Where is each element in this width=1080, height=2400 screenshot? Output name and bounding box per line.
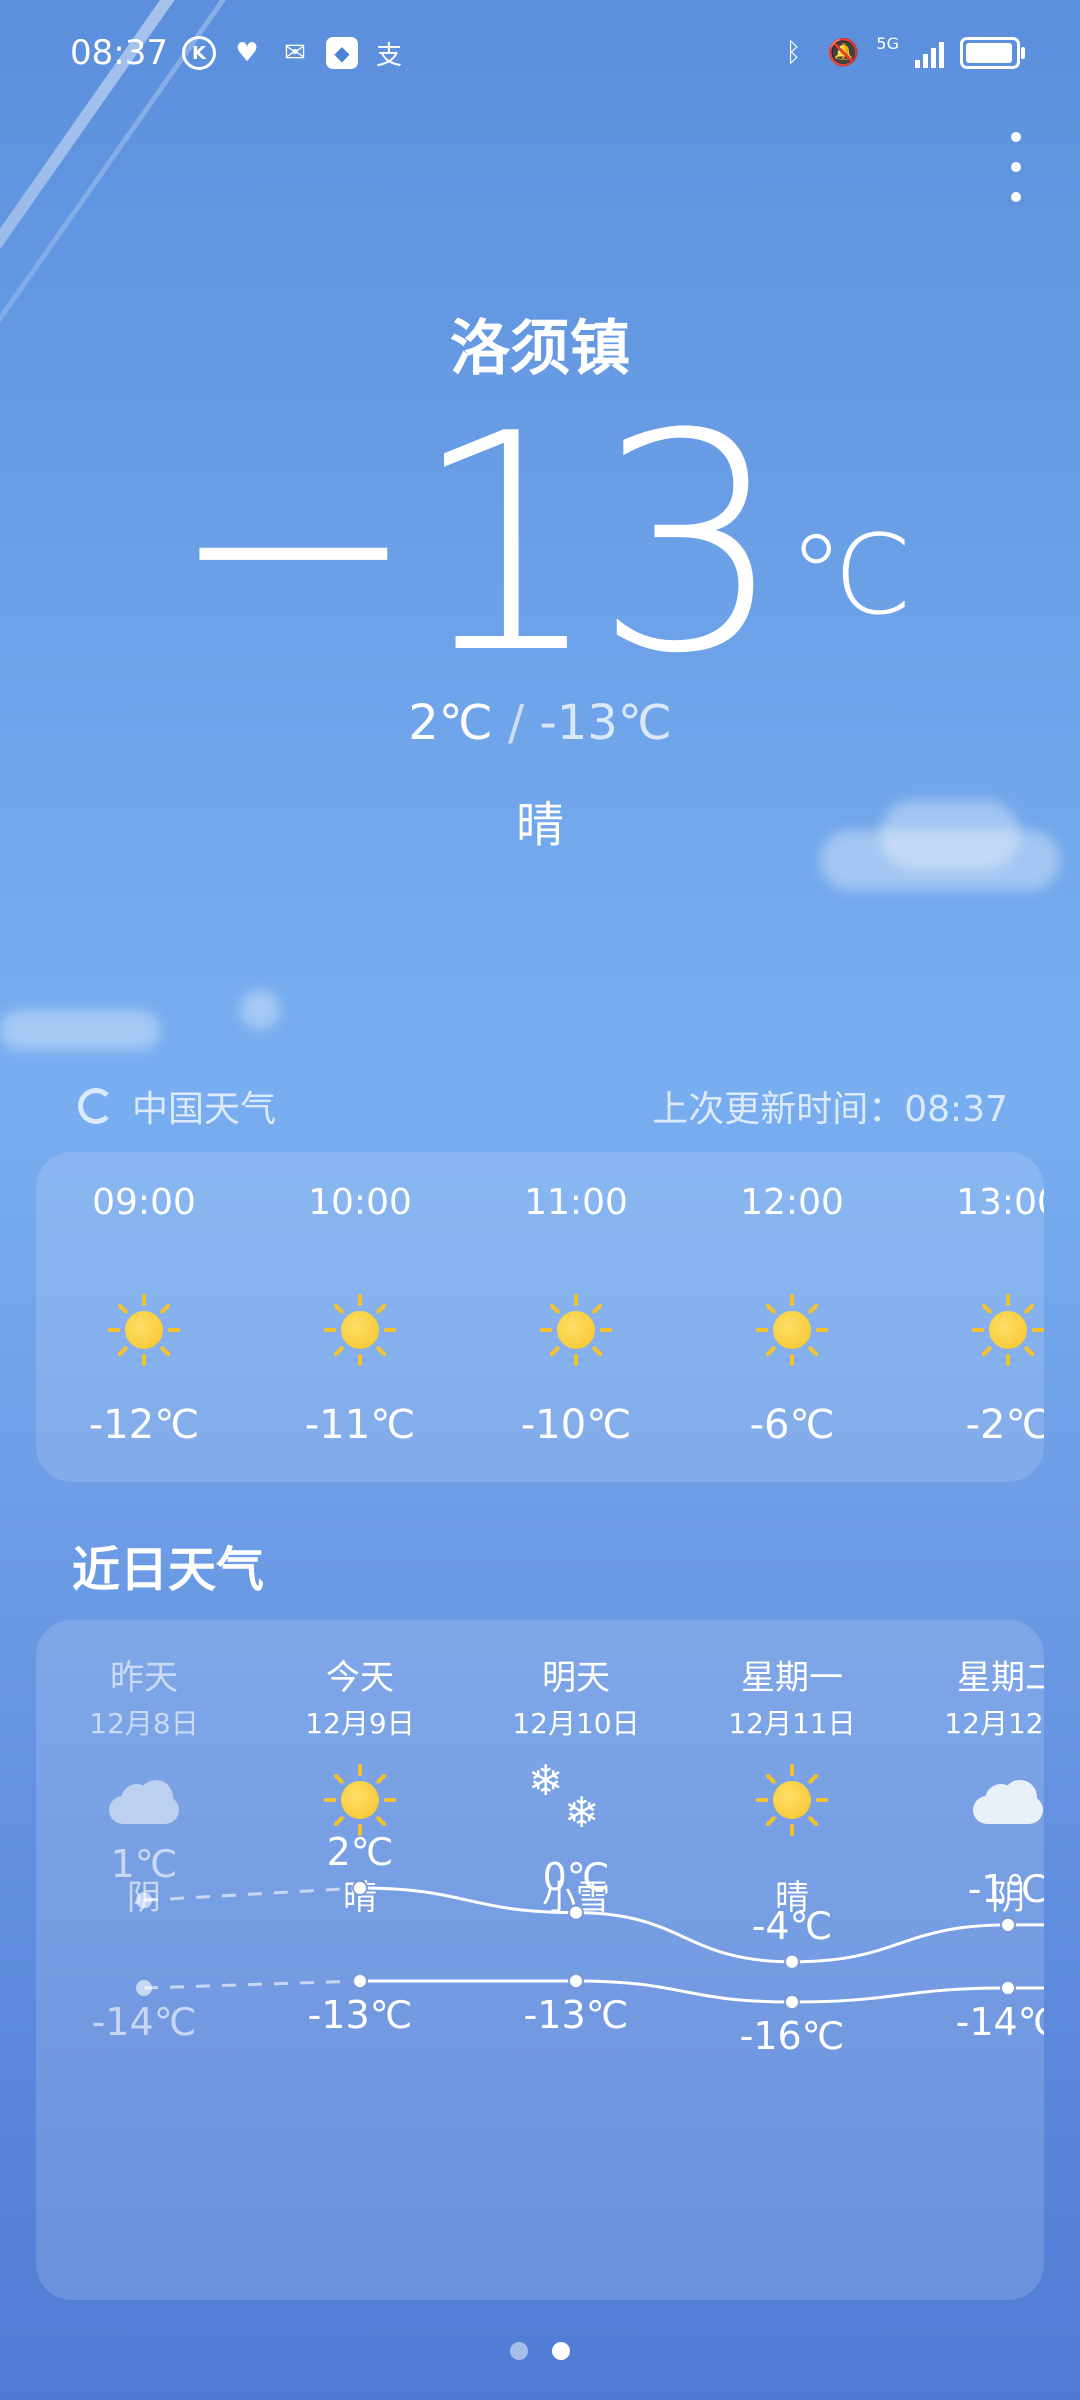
daily-forecast-title: 近日天气 <box>72 1542 265 1598</box>
page-dot-active[interactable] <box>552 2342 570 2360</box>
range-separator: / <box>507 695 525 751</box>
source-row: 中国天气 上次更新时间：08:37 <box>78 1080 1008 1132</box>
battery-icon <box>960 37 1025 69</box>
high-temp: 2℃ <box>408 695 493 751</box>
bluetooth-icon: ᛒ <box>785 38 802 68</box>
page-dot[interactable] <box>510 2342 528 2360</box>
hourly-forecast[interactable]: 09:00 -12℃ 10:00 -11℃ 11:00 -10℃ 12:00 -… <box>36 1152 1044 1482</box>
hourly-time: 12:00 <box>740 1182 844 1223</box>
high-temp-point <box>568 1904 584 1921</box>
daily-forecast[interactable]: 昨天 12月8日 阴 今天 12月9日 晴 明天 12月10日 ❄ ❄ 小雪 星… <box>36 1620 1044 2300</box>
high-temp-label: -4℃ <box>751 1903 833 1948</box>
temperature-range: 2℃ / -13℃ <box>0 695 1080 751</box>
current-temperature-value: −13 <box>167 370 785 719</box>
high-temp-point <box>136 1892 152 1909</box>
app-box-icon: ◆ <box>325 37 358 69</box>
low-temp-point <box>784 1994 800 2010</box>
hourly-time: 10:00 <box>308 1182 412 1223</box>
current-condition: 晴 <box>515 797 564 853</box>
china-weather-logo-icon <box>78 1088 114 1124</box>
hourly-temp: -6℃ <box>749 1402 835 1448</box>
temperature-unit: ℃ <box>788 511 913 639</box>
high-temp-label: 0℃ <box>542 1854 610 1899</box>
sun-icon <box>754 1292 830 1368</box>
sun-icon <box>106 1292 182 1368</box>
low-temp-label: -13℃ <box>523 1993 629 2037</box>
low-temp: -13℃ <box>539 695 672 751</box>
low-temp-curve <box>360 1979 1044 2004</box>
hourly-temp: -11℃ <box>304 1402 416 1448</box>
low-temp-label: -16℃ <box>739 2014 845 2058</box>
k-app-icon: K <box>181 36 216 70</box>
last-updated: 上次更新时间：08:37 <box>652 1089 1008 1130</box>
low-temp-label: -14℃ <box>91 2000 197 2044</box>
source-provider: 中国天气 <box>132 1089 277 1130</box>
signal-icon <box>915 38 944 68</box>
high-temp-label: 1℃ <box>110 1842 178 1887</box>
status-bar: 08:37 K ♥ ✉ ◆ 支 ᛒ 🔕 5G <box>70 28 1025 78</box>
hourly-time: 11:00 <box>524 1182 628 1223</box>
page-indicator <box>0 2342 1080 2360</box>
hourly-time: 09:00 <box>92 1182 196 1223</box>
high-temp-label: -1℃ <box>967 1866 1044 1911</box>
low-temp-label: -14℃ <box>955 2000 1044 2044</box>
hourly-temp: -12℃ <box>88 1402 200 1448</box>
high-temp-label: 2℃ <box>326 1830 394 1874</box>
heart-app-icon: ♥ <box>235 38 259 68</box>
high-temp-point <box>784 1953 800 1970</box>
low-temp-point <box>136 1980 152 1996</box>
low-temp-point <box>352 1973 368 1989</box>
alipay-icon: 支 <box>375 40 402 71</box>
sun-icon <box>970 1292 1044 1368</box>
low-temp-point <box>568 1973 584 1989</box>
wechat-icon: ✉ <box>284 38 306 68</box>
more-options-button[interactable] <box>1006 132 1026 202</box>
network-type: 5G <box>876 34 899 53</box>
background-cloud <box>240 990 280 1030</box>
temperature-trend-chart <box>136 1880 1044 2010</box>
high-temp-point <box>1000 1916 1016 1933</box>
mute-bell-icon: 🔕 <box>827 38 860 68</box>
status-time: 08:37 <box>70 33 168 73</box>
low-temp-past-segment <box>143 1979 361 1990</box>
current-temperature: −13 ℃ <box>0 395 1080 695</box>
hourly-time: 13:00 <box>956 1182 1044 1223</box>
low-temp-point <box>1000 1980 1016 1996</box>
low-temp-label: -13℃ <box>307 1993 413 2037</box>
sun-icon <box>538 1292 614 1368</box>
sun-icon <box>322 1292 398 1368</box>
high-temp-point <box>352 1880 368 1896</box>
hourly-temp: -2℃ <box>965 1402 1044 1448</box>
background-cloud <box>0 1010 160 1050</box>
high-temp-past-segment <box>143 1886 361 1902</box>
hourly-temp: -10℃ <box>520 1402 632 1448</box>
